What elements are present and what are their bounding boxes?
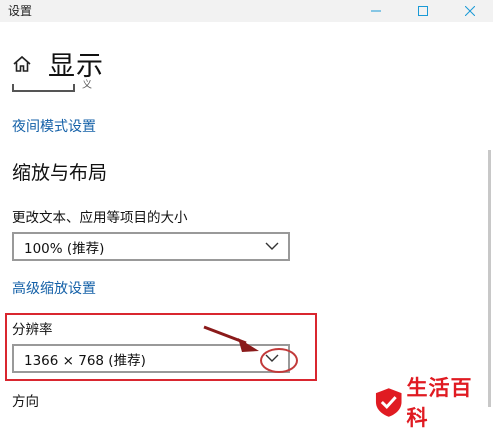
maximize-button[interactable] [399,0,446,22]
cut-off-text: 义 [82,80,92,91]
resolution-label: 分辨率 [12,322,53,338]
page-title: 显示 [48,51,104,82]
close-icon [464,6,475,16]
close-button[interactable] [446,0,493,22]
chevron-down-icon [265,242,279,250]
watermark-text: 生活百科 [406,376,473,430]
home-icon [13,55,31,72]
night-mode-settings-link[interactable]: 夜间模式设置 [12,116,96,136]
home-button[interactable] [10,52,34,76]
resolution-dropdown[interactable]: 1366 × 768 (推荐) [12,344,290,373]
scale-size-dropdown[interactable]: 100% (推荐) [12,232,290,261]
scale-size-value: 100% (推荐) [24,240,105,257]
window-title: 设置 [8,4,33,18]
minimize-icon [370,10,381,12]
title-bar: 设置 [0,0,493,22]
page-header: 显示 [10,44,104,83]
annotation-circle [260,348,298,373]
advanced-scaling-settings-link[interactable]: 高级缩放设置 [12,278,96,298]
section-heading-scale-layout: 缩放与布局 [12,162,108,184]
watermark: 生活百科 [373,372,493,432]
maximize-icon [417,6,428,16]
scrollbar[interactable] [488,150,491,407]
minimize-button[interactable] [352,0,399,22]
orientation-label: 方向 [12,394,39,410]
shield-logo-icon [375,388,402,417]
resolution-value: 1366 × 768 (推荐) [24,352,146,369]
cut-off-control [12,84,75,92]
window-controls [352,0,493,22]
scale-size-label: 更改文本、应用等项目的大小 [12,210,188,226]
